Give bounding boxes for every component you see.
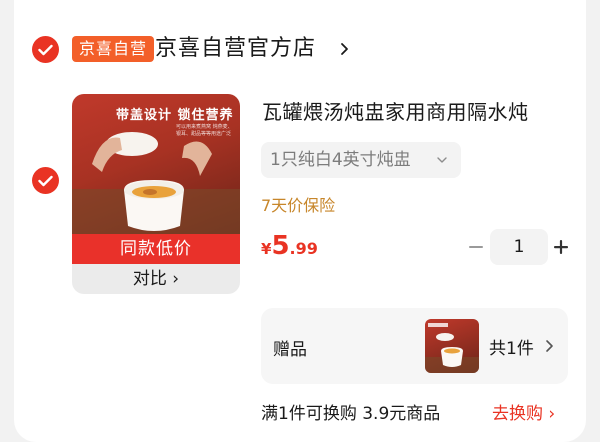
price-protection-tag[interactable]: 7天价保险 xyxy=(261,192,335,216)
check-icon xyxy=(38,44,53,55)
shop-select-checkbox[interactable] xyxy=(32,36,59,63)
variant-label: 1只纯白4英寸炖盅 xyxy=(270,150,411,170)
chevron-down-icon xyxy=(437,157,447,163)
gift-image xyxy=(425,323,479,373)
compare-button[interactable]: 对比 › xyxy=(72,264,240,294)
thumbnail-headline: 带盖设计 锁住营养 xyxy=(116,108,234,123)
gift-label: 赠品 xyxy=(273,340,307,360)
gift-thumbnail xyxy=(425,319,479,373)
quantity-increase-button[interactable] xyxy=(551,237,571,257)
price-decimal: .99 xyxy=(289,239,318,258)
variant-selector[interactable]: 1只纯白4英寸炖盅 xyxy=(261,142,461,178)
thumbnail-subtext: 可以用来煮燕窝 炖燕麦、银耳、甜品等等用途广泛 xyxy=(176,124,233,137)
cart-shop-card: 京喜自营 京喜自营官方店 带盖设计 锁住营养 可以用来煮燕窝 炖燕麦、银耳、甜品… xyxy=(14,0,586,442)
exchange-promo-text: 满1件可换购 3.9元商品 xyxy=(261,404,441,424)
price-integer: 5 xyxy=(271,231,290,261)
item-select-checkbox[interactable] xyxy=(32,167,59,194)
exchange-promo-link[interactable]: 去换购 › xyxy=(492,399,555,424)
price-currency: ¥ xyxy=(261,240,272,258)
shop-name-link[interactable]: 京喜自营官方店 xyxy=(155,33,316,65)
chevron-right-icon[interactable] xyxy=(337,40,353,58)
quantity-decrease-button[interactable] xyxy=(465,239,487,255)
check-icon xyxy=(38,175,53,186)
shop-badge: 京喜自营 xyxy=(72,36,155,62)
gift-count: 共1件 xyxy=(489,339,534,359)
product-thumbnail[interactable]: 带盖设计 锁住营养 可以用来煮燕窝 炖燕麦、银耳、甜品等等用途广泛 同款低价 对… xyxy=(72,94,240,294)
product-title[interactable]: 瓦罐煨汤炖盅家用商用隔水炖 xyxy=(262,96,562,125)
price: ¥5.99 xyxy=(261,231,318,261)
minus-icon xyxy=(469,246,483,248)
same-item-low-price-banner[interactable]: 同款低价 xyxy=(72,234,240,264)
chevron-right-icon xyxy=(546,340,553,352)
quantity-input[interactable]: 1 xyxy=(490,229,548,265)
product-image: 带盖设计 锁住营养 可以用来煮燕窝 炖燕麦、银耳、甜品等等用途广泛 xyxy=(72,94,240,234)
gift-row[interactable]: 赠品 共1件 xyxy=(261,308,568,384)
